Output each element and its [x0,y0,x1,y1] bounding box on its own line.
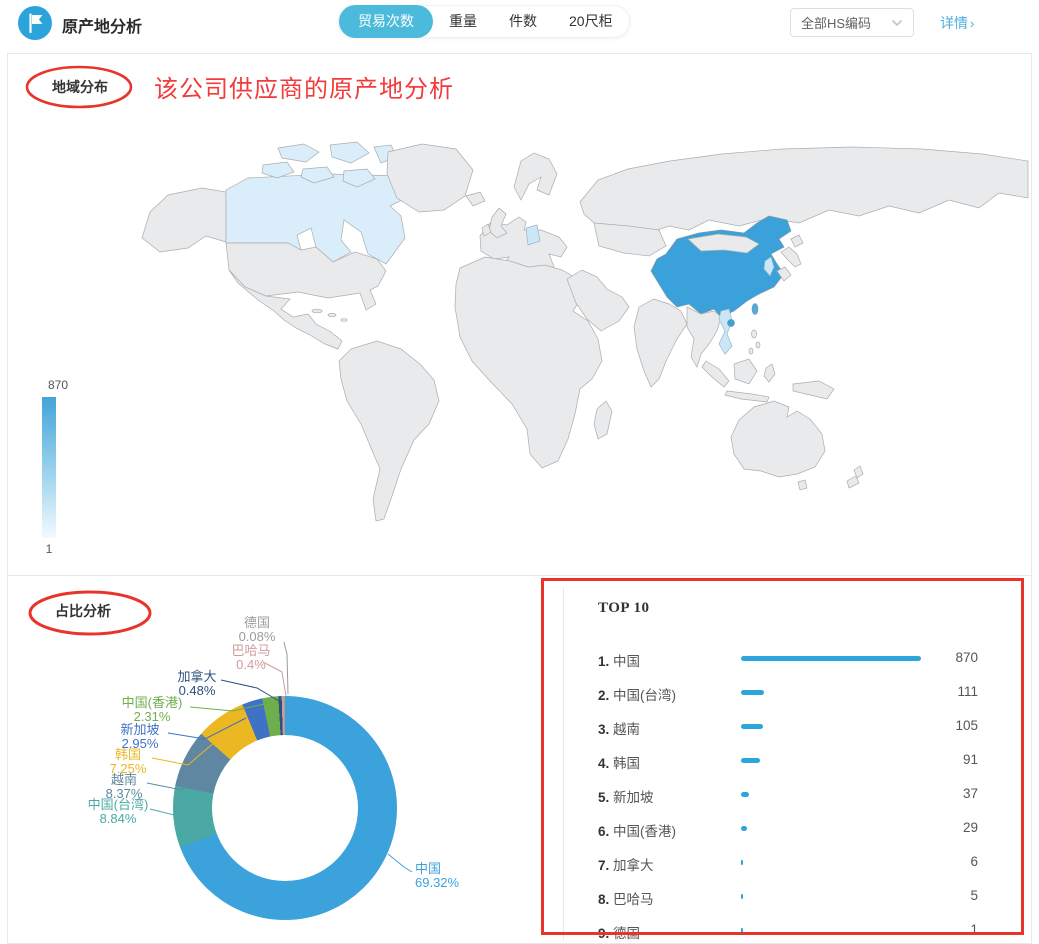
top10-name: 中国 [609,654,640,669]
top10-row: 4. 韩国 [598,752,640,772]
top10-name: 加拿大 [609,858,653,873]
country-indonesia [702,361,729,387]
country-philippines [752,330,757,338]
top10-bar [741,724,763,729]
top10-rank: 9. [598,926,609,941]
country-australia [731,401,825,477]
annotation-note-text: 该公司供应商的原产地分析 [154,69,454,104]
top10-value: 29 [903,820,978,835]
top10-bar [741,860,743,865]
top10-bar [741,690,764,695]
top10-name: 越南 [609,722,640,737]
top10-row: 2. 中国(台湾) [598,684,676,704]
donut-label: 中国(台湾)8.84% [53,798,183,826]
country-japan [791,235,803,247]
top10-bar [741,792,749,797]
tab-trade-count[interactable]: 贸易次数 [339,5,433,38]
tab-weight[interactable]: 重量 [433,5,493,38]
top10-bar [741,894,743,899]
top10-bar [741,826,747,831]
panel-divider [563,588,564,940]
top10-row: 9. 德国 [598,922,640,942]
country-india [634,299,687,387]
tab-20ft-container[interactable]: 20尺柜 [553,5,629,38]
top10-rank: 2. [598,688,609,703]
top10-bar [741,758,760,763]
proportion-section: 占比分析 中国69.32%中国(台湾)8.84%越南8.37%韩国7.25%新加… [8,575,1031,943]
header: 原产地分析 贸易次数 重量 件数 20尺柜 全部HS编码 详情› [0,0,1039,46]
analysis-card: 地域分布 该公司供应商的原产地分析 [7,53,1032,944]
detail-link[interactable]: 详情› [940,13,974,33]
top10-name: 中国(台湾) [609,688,676,703]
tab-piece-count[interactable]: 件数 [493,5,553,38]
island-taiwan [752,304,758,315]
top10-value: 111 [903,684,978,699]
top10-name: 新加坡 [609,790,653,805]
country-alaska [142,188,226,252]
flag-icon [18,6,52,40]
page-title: 原产地分析 [62,13,142,37]
top10-row: 5. 新加坡 [598,786,654,806]
island-new-guinea [793,381,834,399]
scale-max-label: 870 [36,378,80,392]
country-germany [526,225,540,245]
top10-value: 870 [903,650,978,665]
top10-name: 德国 [609,926,640,941]
donut-label: 越南8.37% [79,773,169,801]
chevron-right-icon: › [970,16,974,31]
top10-value: 91 [903,752,978,767]
top10-bar [741,656,921,661]
country-russia [580,147,1028,233]
top10-row: 1. 中国 [598,650,640,670]
donut-label: 韩国7.25% [83,748,173,776]
scale-min-label: 1 [36,542,62,556]
top10-rank: 4. [598,756,609,771]
chevron-down-icon [891,19,903,27]
continent-south-america [339,341,439,521]
island-hainan [728,320,735,327]
donut-chart[interactable] [173,696,397,920]
top10-row: 6. 中国(香港) [598,820,676,840]
top10-row: 7. 加拿大 [598,854,654,874]
origin-analysis-page: 原产地分析 贸易次数 重量 件数 20尺柜 全部HS编码 详情› 地域分布 该公… [0,0,1039,944]
top10-rank: 7. [598,858,609,873]
country-greenland [387,144,473,212]
top10-rank: 5. [598,790,609,805]
app-logo [18,6,52,40]
island-madagascar [594,401,612,439]
map-section-title: 地域分布 [52,77,108,97]
donut-label: 中国(香港)2.31% [97,696,207,724]
country-usa [226,243,386,310]
world-map[interactable] [130,139,1030,561]
top10-value: 1 [903,922,978,937]
top10-rank: 6. [598,824,609,839]
metric-tabs: 贸易次数 重量 件数 20尺柜 [338,5,630,38]
top10-value: 6 [903,854,978,869]
top10-value: 105 [903,718,978,733]
donut-label: 新加坡2.95% [95,723,185,751]
top10-rank: 8. [598,892,609,907]
top10-value: 5 [903,888,978,903]
top10-name: 巴哈马 [609,892,653,907]
donut-label: 加拿大0.48% [152,670,242,698]
top10-bar [741,928,743,933]
hs-code-select[interactable]: 全部HS编码 [790,8,914,37]
pie-section-title: 占比分析 [55,601,111,621]
top10-rank: 3. [598,722,609,737]
top10-row: 8. 巴哈马 [598,888,654,908]
donut-label: 中国69.32% [415,862,505,890]
top10-name: 中国(香港) [609,824,676,839]
top10-title: TOP 10 [598,600,650,617]
top10-row: 3. 越南 [598,718,640,738]
top10-name: 韩国 [609,756,640,771]
donut-label: 巴哈马0.4% [206,644,296,672]
color-scale-bar [42,397,56,538]
country-vietnam [719,309,732,354]
donut-label: 德国0.08% [212,616,302,644]
hs-code-select-value: 全部HS编码 [801,13,871,32]
region-southeast-asia [687,307,721,367]
map-section: 地域分布 该公司供应商的原产地分析 [8,54,1031,575]
top10-rank: 1. [598,654,609,669]
top10-value: 37 [903,786,978,801]
